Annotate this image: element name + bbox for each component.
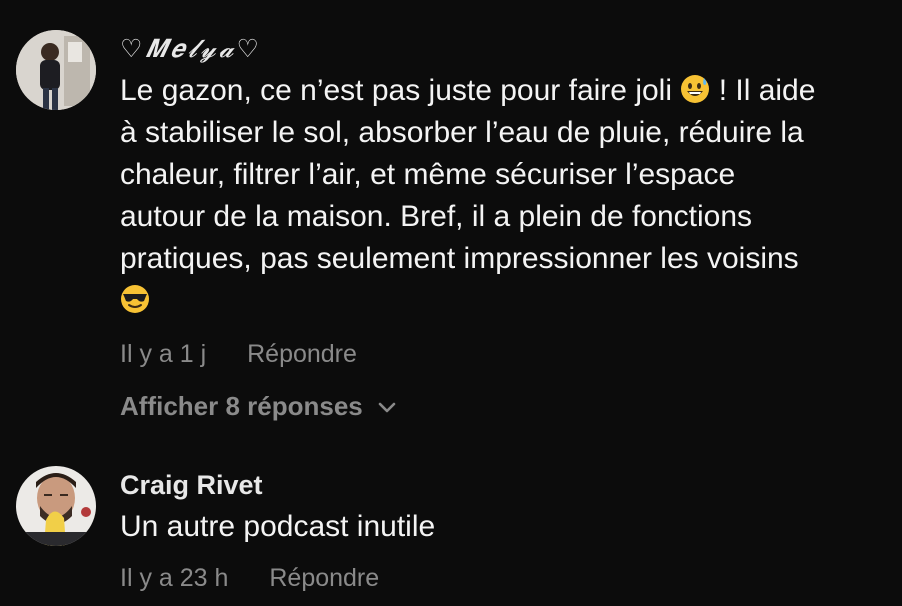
comment-text: Le gazon, ce n’est pas juste pour faire … xyxy=(120,70,890,322)
comment-text-line: autour de la maison. Bref, il a plein de… xyxy=(120,200,753,233)
show-replies-button[interactable]: Afficher 8 réponses xyxy=(120,391,396,422)
comment-text-line: Le gazon, ce n’est pas juste pour faire … xyxy=(120,74,672,107)
reply-button[interactable]: Répondre xyxy=(247,340,357,369)
comment-text-line: à stabiliser le sol, absorber l’eau de p… xyxy=(120,116,804,149)
comment-username[interactable]: ♡𝑴𝒆𝓵𝔂𝓪♡ xyxy=(120,34,890,64)
comment-text-line: Un autre podcast inutile xyxy=(120,510,436,543)
chevron-down-icon xyxy=(378,402,396,413)
comment-time: Il y a 23 h xyxy=(120,564,229,592)
reply-button[interactable]: Répondre xyxy=(269,564,379,593)
comment-username[interactable]: Craig Rivet xyxy=(120,470,890,500)
sunglasses-emoji-icon xyxy=(121,285,149,313)
avatar-photo xyxy=(16,30,96,110)
avatar[interactable] xyxy=(16,466,96,546)
comment-text: Un autre podcast inutile xyxy=(120,506,890,548)
avatar[interactable] xyxy=(16,30,96,110)
show-replies-label: Afficher 8 réponses xyxy=(120,391,363,421)
comment-meta: Il y a 23 h Répondre xyxy=(120,564,379,593)
comment-text-line: chaleur, filtrer l’air, et même sécurise… xyxy=(120,158,736,191)
comment-text-line: ! Il aide xyxy=(718,74,816,107)
grinning-sweat-emoji-icon xyxy=(681,75,710,103)
comment-meta: Il y a 1 j Répondre xyxy=(120,340,357,369)
comment-time: Il y a 1 j xyxy=(120,340,207,368)
avatar-photo xyxy=(16,466,96,546)
comment-text-line: pratiques, pas seulement impressionner l… xyxy=(120,242,799,275)
